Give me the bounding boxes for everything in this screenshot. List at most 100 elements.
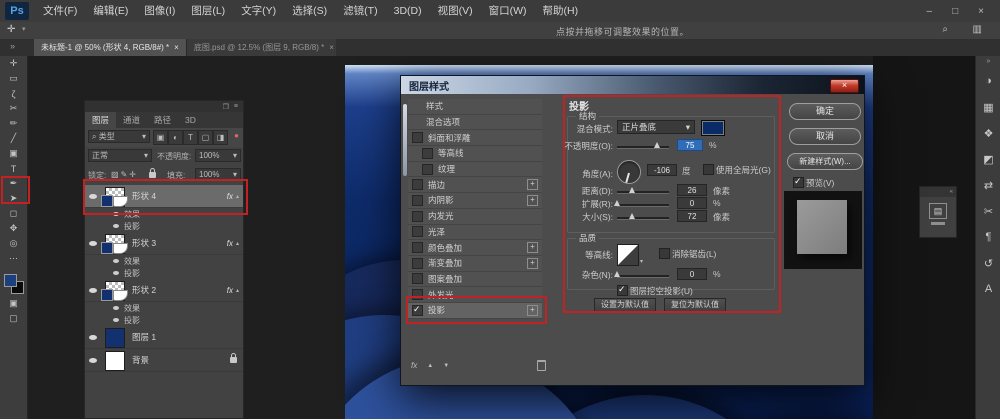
layer-effect-row[interactable]: 投影 — [85, 267, 243, 279]
window-minimize-button[interactable]: – — [927, 6, 933, 17]
distance-slider[interactable] — [617, 191, 669, 194]
global-light-checkbox[interactable] — [703, 164, 714, 175]
noise-value[interactable]: 0 — [677, 268, 707, 280]
vector-mask-thumbnail[interactable] — [101, 289, 113, 301]
contour-picker[interactable] — [617, 244, 639, 266]
opacity-slider-thumb[interactable] — [654, 142, 660, 148]
spread-value[interactable]: 0 — [677, 197, 707, 209]
tool-presets-panel-icon[interactable]: ✂ — [976, 198, 1000, 224]
layer-effect-row[interactable]: 效果 — [85, 208, 243, 220]
panel-header-icon[interactable]: ≡ — [234, 103, 238, 110]
adjustment-filter-icon[interactable]: ◐ — [168, 130, 183, 145]
menu-item[interactable]: 窗口(W) — [481, 0, 535, 22]
style-item[interactable]: 混合选项 — [408, 115, 542, 131]
move-effect-down-icon[interactable]: ▼ — [443, 363, 449, 369]
marquee-tool[interactable]: ▭ — [0, 71, 27, 86]
visibility-eye-icon[interactable] — [85, 358, 101, 363]
distance-value[interactable]: 26 — [677, 184, 707, 196]
style-item[interactable]: 颜色叠加+ — [408, 240, 542, 256]
layer-row[interactable]: 形状 3fx▴ — [85, 232, 243, 255]
style-item[interactable]: 样式 — [408, 99, 542, 115]
style-item[interactable]: 渐变叠加+ — [408, 256, 542, 272]
styles-panel-icon[interactable]: ❖ — [976, 120, 1000, 146]
tool-preset-dropdown-icon[interactable]: ▾ — [22, 25, 26, 33]
tab-close-icon[interactable]: × — [174, 43, 179, 52]
style-item[interactable]: 投影+ — [408, 303, 542, 319]
style-checkbox[interactable] — [412, 195, 423, 206]
spread-slider[interactable] — [617, 204, 669, 207]
history-panel-icon[interactable]: ↺ — [976, 250, 1000, 276]
type-tool[interactable]: T — [0, 161, 27, 176]
style-checkbox[interactable] — [412, 226, 423, 237]
duplicate-effect-plus-icon[interactable]: + — [527, 195, 538, 206]
duplicate-effect-plus-icon[interactable]: + — [527, 305, 538, 316]
visibility-eye-icon[interactable] — [113, 306, 119, 310]
move-effect-up-icon[interactable]: ▲ — [427, 363, 433, 369]
brush-tool[interactable]: ╱ — [0, 131, 27, 146]
style-checkbox[interactable] — [412, 258, 423, 269]
duplicate-effect-plus-icon[interactable]: + — [527, 179, 538, 190]
shape-filter-icon[interactable]: ▢ — [198, 130, 213, 145]
style-item[interactable]: 图案叠加 — [408, 272, 542, 288]
knockout-checkbox[interactable] — [617, 285, 628, 296]
size-slider-thumb[interactable] — [629, 213, 635, 219]
set-default-button[interactable]: 设置为默认值 — [594, 298, 656, 313]
character-panel-icon[interactable]: A — [976, 276, 1000, 302]
shape-tool[interactable]: ◻ — [0, 206, 27, 221]
swatches-panel-icon[interactable]: ▦ — [976, 94, 1000, 120]
collapse-effects-icon[interactable]: ▴ — [236, 287, 239, 294]
layer-effect-row[interactable]: 投影 — [85, 314, 243, 326]
menu-item[interactable]: 选择(S) — [284, 0, 335, 22]
duplicate-effect-plus-icon[interactable]: + — [527, 258, 538, 269]
layers-panel-tab[interactable]: 路径 — [147, 112, 178, 128]
new-style-button[interactable]: 新建样式(W)... — [787, 153, 863, 170]
lock-transparency-icon[interactable]: ▨ — [111, 170, 119, 179]
paragraph-panel-icon[interactable]: ¶ — [976, 224, 1000, 250]
filter-toggle-icon[interactable]: ● — [234, 131, 239, 140]
lasso-tool[interactable]: ζ — [0, 86, 27, 101]
window-close-button[interactable]: × — [978, 6, 984, 17]
distance-slider-thumb[interactable] — [629, 187, 635, 193]
opacity-dropdown[interactable]: 100%▾ — [195, 149, 241, 162]
style-item[interactable]: 斜面和浮雕 — [408, 130, 542, 146]
foreground-color-swatch[interactable] — [4, 274, 17, 287]
visibility-eye-icon[interactable] — [113, 318, 119, 322]
visibility-eye-icon[interactable] — [113, 224, 119, 228]
visibility-eye-icon[interactable] — [113, 212, 119, 216]
style-item[interactable]: 内阴影+ — [408, 193, 542, 209]
vector-mask-thumbnail[interactable] — [101, 195, 113, 207]
more-tools[interactable]: ⋯ — [0, 251, 27, 266]
tab-overflow-icon[interactable]: » — [10, 41, 15, 51]
collapsed-properties-panel[interactable]: « ▤ — [919, 186, 957, 238]
layer-row[interactable]: 形状 2fx▴ — [85, 279, 243, 302]
duplicate-effect-plus-icon[interactable]: + — [527, 242, 538, 253]
layer-row[interactable]: 图层 1 — [85, 326, 243, 349]
layer-thumbnail[interactable] — [101, 187, 127, 205]
angle-dial[interactable] — [617, 160, 641, 184]
document-tab[interactable]: 未标题-1 @ 50% (形状 4, RGB/8#) *× — [34, 39, 186, 56]
menu-item[interactable]: 编辑(E) — [85, 0, 136, 22]
style-checkbox[interactable] — [412, 273, 423, 284]
contour-dropdown-icon[interactable]: ▾ — [640, 258, 643, 265]
clone-stamp-tool[interactable]: ▣ — [0, 146, 27, 161]
reset-default-button[interactable]: 复位为默认值 — [664, 298, 726, 313]
antialias-checkbox[interactable] — [659, 248, 670, 259]
screen-mode-icon[interactable]: ▢ — [0, 311, 27, 326]
style-checkbox[interactable] — [422, 164, 433, 175]
layer-fx-icon[interactable]: fx — [227, 192, 233, 201]
layer-effect-row[interactable]: 投影 — [85, 220, 243, 232]
style-checkbox[interactable] — [412, 132, 423, 143]
menu-item[interactable]: 图层(L) — [183, 0, 233, 22]
menu-item[interactable]: 帮助(H) — [535, 0, 587, 22]
visibility-eye-icon[interactable] — [85, 194, 101, 199]
crop-tool[interactable]: ✂ — [0, 101, 27, 116]
panel-header-icon[interactable]: ❐ — [223, 103, 229, 111]
menu-item[interactable]: 滤镜(T) — [335, 0, 385, 22]
lock-all-icon[interactable] — [149, 172, 156, 178]
style-item[interactable]: 等高线 — [408, 146, 542, 162]
layer-effect-row[interactable]: 效果 — [85, 255, 243, 267]
smart-object-filter-icon[interactable]: ◨ — [213, 130, 228, 145]
opacity-value[interactable]: 75 — [677, 139, 703, 151]
move-tool[interactable]: ✛ — [0, 56, 27, 71]
dialog-close-button[interactable]: × — [830, 79, 859, 93]
